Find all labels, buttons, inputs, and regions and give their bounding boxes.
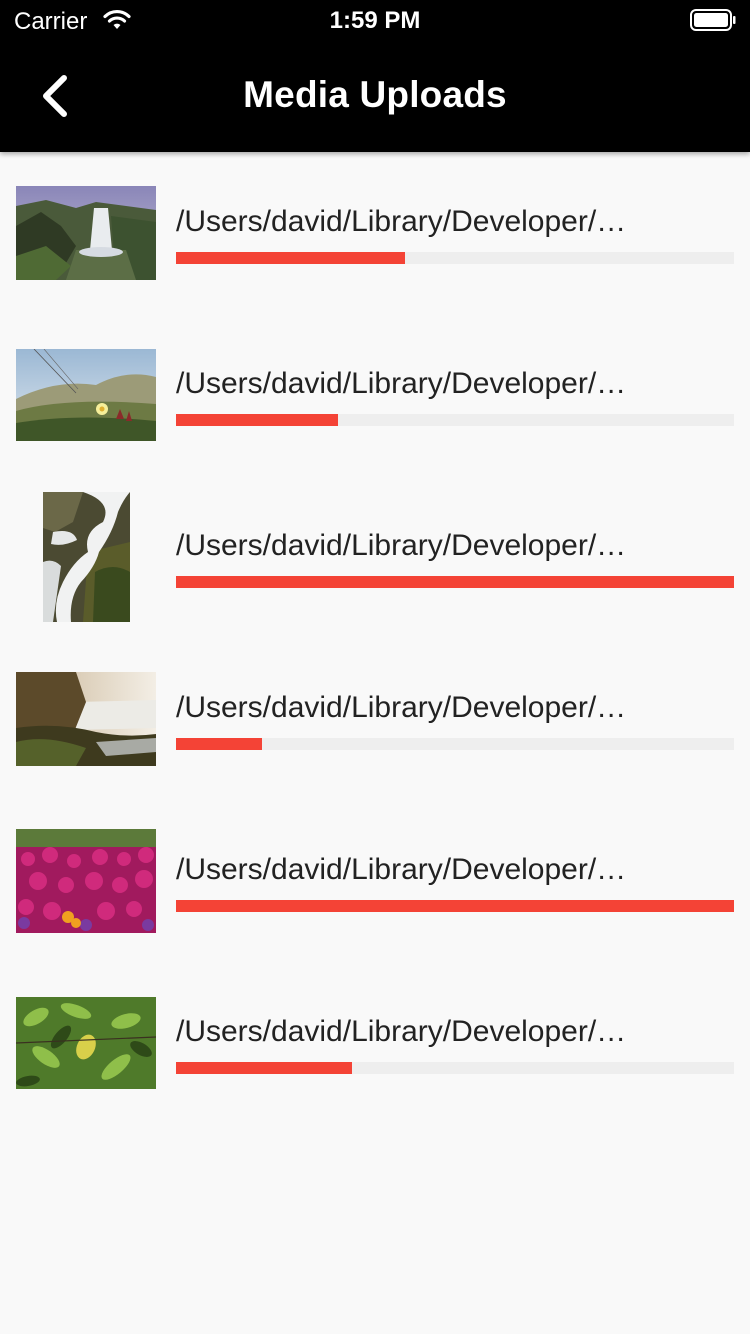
thumbnail-box [16, 638, 156, 800]
thumbnail-image [16, 672, 156, 766]
thumbnail-image [42, 492, 130, 622]
upload-progress-bar [176, 900, 734, 912]
upload-progress-bar [176, 252, 734, 264]
file-path: /Users/david/Library/Developer/… [176, 367, 627, 400]
file-path: /Users/david/Library/Developer/… [176, 205, 627, 238]
upload-item[interactable]: /Users/david/Library/Developer/… [0, 476, 750, 638]
upload-item[interactable]: /Users/david/Library/Developer/… [0, 800, 750, 962]
status-bar: Carrier 1:59 PM [0, 0, 750, 40]
upload-progress-bar [176, 1062, 734, 1074]
app-bar: Media Uploads [0, 40, 750, 152]
thumbnail-box [16, 962, 156, 1124]
file-path: /Users/david/Library/Developer/… [176, 691, 627, 724]
file-path: /Users/david/Library/Developer/… [176, 529, 627, 562]
progress-fill [176, 576, 734, 588]
battery-icon [690, 9, 736, 31]
thumbnail-box [16, 314, 156, 476]
upload-item[interactable]: /Users/david/Library/Developer/… [0, 962, 750, 1124]
progress-fill [176, 900, 734, 912]
upload-item[interactable]: /Users/david/Library/Developer/… [0, 152, 750, 314]
upload-progress-bar [176, 414, 734, 426]
progress-fill [176, 1062, 352, 1074]
thumbnail-box [16, 152, 156, 314]
status-time: 1:59 PM [329, 7, 421, 34]
thumbnail-image [16, 349, 156, 441]
upload-progress-bar [176, 738, 734, 750]
thumbnail-image [16, 186, 156, 280]
file-path: /Users/david/Library/Developer/… [176, 853, 627, 886]
upload-progress-bar [176, 576, 734, 588]
thumbnail-image [16, 997, 156, 1089]
progress-fill [176, 414, 338, 426]
progress-fill [176, 252, 405, 264]
thumbnail-image [16, 829, 156, 933]
upload-item[interactable]: /Users/david/Library/Developer/… [0, 638, 750, 800]
thumbnail-box [16, 800, 156, 962]
thumbnail-box [16, 476, 156, 638]
file-path: /Users/david/Library/Developer/… [176, 1015, 627, 1048]
upload-item[interactable]: /Users/david/Library/Developer/… [0, 314, 750, 476]
page-title: Media Uploads [243, 74, 507, 115]
progress-fill [176, 738, 263, 750]
